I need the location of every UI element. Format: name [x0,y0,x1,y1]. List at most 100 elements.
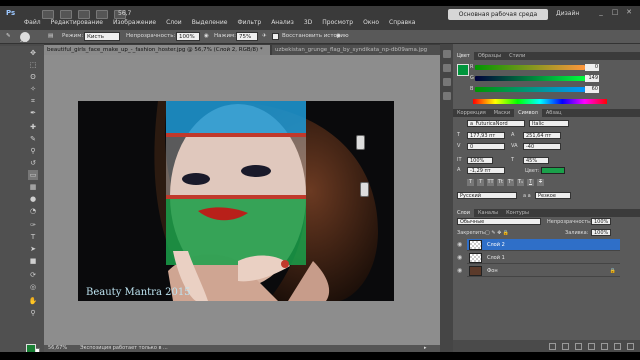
menu-analysis[interactable]: Анализ [271,19,294,26]
tab-channels[interactable]: Каналы [474,209,502,217]
dodge-tool-icon[interactable]: ◔ [28,206,38,216]
layer-visibility-eye-icon[interactable]: ◉ [457,239,465,251]
history-panel-icon[interactable] [442,50,451,58]
clone-stamp-tool-icon[interactable]: ⚲ [28,146,38,156]
layer-visibility-eye-icon[interactable]: ◉ [457,252,465,264]
leading-input[interactable]: 251,64 пт [523,132,561,139]
g-slider[interactable] [475,76,585,81]
mode-select[interactable]: Кисть [84,32,120,41]
tab-character[interactable]: Символ [514,109,542,117]
opacity-input[interactable]: 100% [176,32,200,41]
close-icon[interactable]: ✕ [624,8,634,17]
history-checkbox[interactable] [272,33,279,40]
menu-image[interactable]: Изображение [113,19,156,26]
maximize-icon[interactable]: □ [610,8,620,17]
3d-camera-tool-icon[interactable]: ◎ [28,282,38,292]
layer-row-sloi-2[interactable]: Слой 2 [467,239,620,251]
tab-color[interactable]: Цвет [453,52,474,60]
faux-bold-button[interactable]: T [467,179,474,186]
eraser-preset-icon[interactable]: ✎ [6,33,11,39]
text-color-swatch[interactable] [541,167,565,174]
fill-input[interactable]: 100% [591,229,611,236]
3d-rotate-tool-icon[interactable]: ⟳ [28,270,38,280]
new-group-icon[interactable] [601,343,608,350]
blend-mode-select[interactable]: Обычные [457,218,541,225]
tab-masks[interactable]: Маски [490,109,514,117]
tab-paragraph[interactable]: Абзац [542,109,566,117]
menu-file[interactable]: Файл [24,19,41,26]
link-layers-icon[interactable] [549,343,556,350]
b-slider[interactable] [475,87,585,92]
menu-help[interactable]: Справка [389,19,415,26]
artwork-image[interactable]: Beauty Mantra 2015 [78,101,394,301]
brush-tool-icon[interactable]: ✎ [28,134,38,144]
healing-tool-icon[interactable]: ✚ [28,122,38,132]
font-size-input[interactable]: 177,93 пт [467,132,505,139]
gradient-tool-icon[interactable]: ▦ [28,182,38,192]
quick-select-tool-icon[interactable]: ✧ [28,84,38,94]
eyedropper-tool-icon[interactable]: ✒ [28,108,38,118]
actions-panel-icon[interactable] [442,64,451,72]
r-value[interactable]: 0 [585,64,599,71]
tab-swatches[interactable]: Образцы [474,52,505,60]
marquee-tool-icon[interactable]: ⬚ [28,60,38,70]
color-panel-fg-swatch[interactable] [457,64,469,76]
foreground-color-swatch[interactable] [26,344,36,352]
menu-select[interactable]: Выделение [192,19,228,26]
b-value[interactable]: 60 [585,86,599,93]
tracking-input[interactable]: -40 [523,143,561,150]
move-tool-icon[interactable]: ✥ [28,48,38,58]
small-caps-button[interactable]: Tt [497,179,504,186]
brush-panel-icon[interactable]: ▤ [48,33,53,39]
menu-edit[interactable]: Редактирование [51,19,103,26]
eraser-tool-icon[interactable]: ▭ [28,170,38,180]
workspace-design-label[interactable]: Дизайн [556,10,579,17]
menu-view[interactable]: Просмотр [322,19,353,26]
status-zoom[interactable]: 56,67% [48,345,67,351]
layer-row-sloi-1[interactable]: Слой 1 [467,252,620,264]
superscript-button[interactable]: T¹ [507,179,514,186]
pen-tool-icon[interactable]: ✑ [28,220,38,230]
all-caps-button[interactable]: TT [487,179,494,186]
layer-visibility-eye-icon[interactable]: ◉ [457,265,465,277]
faux-italic-button[interactable]: T [477,179,484,186]
add-mask-icon[interactable] [575,343,582,350]
adjustment-layer-icon[interactable] [588,343,595,350]
color-ramp[interactable] [473,99,607,104]
layer-opacity-input[interactable]: 100% [591,218,611,225]
tablet-opacity-icon[interactable]: ◉ [204,33,209,39]
font-family-select[interactable]: a_FuturicaNord [467,120,525,127]
tab-paths[interactable]: Контуры [502,209,533,217]
tab-layers[interactable]: Слои [453,209,474,217]
pressure-input[interactable]: 75% [236,32,258,41]
antialias-select[interactable]: Резкое [535,192,571,199]
layer-style-icon[interactable] [562,343,569,350]
brush-panel-icon[interactable] [442,78,451,86]
appbar-zoom[interactable]: 56,7 [118,10,131,17]
workspace-button[interactable]: Основная рабочая среда [448,9,548,20]
delete-layer-icon[interactable] [627,343,634,350]
type-tool-icon[interactable]: T [28,232,38,242]
subscript-button[interactable]: T₁ [517,179,524,186]
vertical-scale-input[interactable]: 100% [467,157,493,164]
shape-tool-icon[interactable]: ■ [28,256,38,266]
horizontal-scale-input[interactable]: 45% [523,157,549,164]
baseline-input[interactable]: -1,29 пт [467,167,505,174]
blur-tool-icon[interactable]: ● [28,194,38,204]
minimize-icon[interactable]: _ [596,8,606,17]
kerning-input[interactable]: 0 [467,143,505,150]
clone-source-panel-icon[interactable] [442,92,451,100]
history-brush-tool-icon[interactable]: ↺ [28,158,38,168]
new-layer-icon[interactable] [614,343,621,350]
lasso-tool-icon[interactable]: ʘ [28,72,38,82]
tab-styles[interactable]: Стили [505,52,529,60]
zoom-level-icon[interactable] [78,10,90,19]
tab-document-1[interactable]: beautiful_girls_face_make_up_-_fashion_h… [44,45,270,55]
zoom-tool-icon[interactable]: ⚲ [28,308,38,318]
tab-document-2[interactable]: uzbekistan_grunge_flag_by_syndikata_np-d… [272,45,440,55]
strikethrough-button[interactable]: T [537,179,544,186]
canvas-area[interactable]: Beauty Mantra 2015 [44,55,440,345]
path-select-tool-icon[interactable]: ➤ [28,244,38,254]
hand-tool-icon[interactable]: ✋ [28,296,38,306]
scroll-right-icon[interactable]: ▸ [424,345,427,351]
